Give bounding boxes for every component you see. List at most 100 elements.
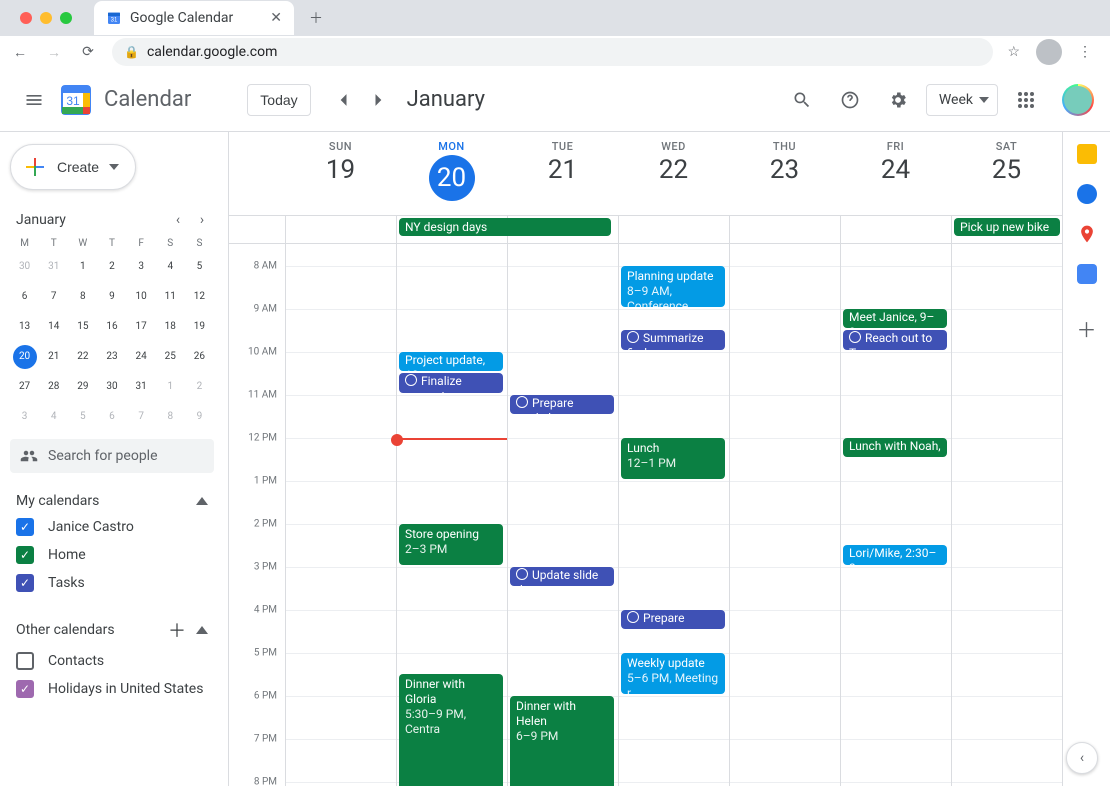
mini-day[interactable]: 9 <box>187 405 211 429</box>
event[interactable]: Reach out to To <box>843 330 947 350</box>
view-switcher[interactable]: Week <box>926 84 998 116</box>
back-icon[interactable]: ← <box>10 44 30 61</box>
mini-day[interactable]: 27 <box>13 375 37 399</box>
mini-day[interactable]: 3 <box>129 255 153 279</box>
close-window-button[interactable] <box>20 12 32 24</box>
event[interactable]: Dinner with Helen6–9 PM <box>510 696 614 786</box>
day-header[interactable]: TUE21 <box>507 132 618 215</box>
mini-day[interactable]: 16 <box>100 315 124 339</box>
mini-day[interactable]: 26 <box>187 345 211 369</box>
calendar-item[interactable]: Janice Castro <box>10 513 214 541</box>
mini-day[interactable]: 14 <box>42 315 66 339</box>
event[interactable]: Dinner with Gloria5:30–9 PM, Centra <box>399 674 503 786</box>
day-column[interactable]: Project update, 10Finalize present Store … <box>396 244 507 786</box>
profile-icon[interactable] <box>1036 39 1062 65</box>
day-header[interactable]: WED22 <box>618 132 729 215</box>
day-column[interactable] <box>285 244 396 786</box>
mini-day[interactable]: 17 <box>129 315 153 339</box>
allday-cell[interactable] <box>618 216 729 243</box>
mini-day[interactable]: 29 <box>71 375 95 399</box>
event[interactable]: Store opening2–3 PM <box>399 524 503 565</box>
add-addon-icon[interactable]: ＋ <box>1077 314 1097 343</box>
mini-day[interactable]: 20 <box>13 345 37 369</box>
mini-day[interactable]: 21 <box>42 345 66 369</box>
event[interactable]: Planning update8–9 AM, Conference <box>621 266 725 307</box>
kebab-icon[interactable]: ⋮ <box>1078 44 1092 60</box>
url-input[interactable]: 🔒 calendar.google.com <box>112 38 993 66</box>
mini-day[interactable]: 25 <box>158 345 182 369</box>
mini-day[interactable]: 22 <box>71 345 95 369</box>
mini-day[interactable]: 15 <box>71 315 95 339</box>
mini-day[interactable]: 1 <box>158 375 182 399</box>
mini-next-button[interactable]: › <box>190 208 214 232</box>
mini-day[interactable]: 23 <box>100 345 124 369</box>
mini-day[interactable]: 11 <box>158 285 182 309</box>
allday-event[interactable]: NY design days <box>399 218 611 236</box>
apps-icon[interactable] <box>1006 80 1046 120</box>
mini-day[interactable]: 30 <box>100 375 124 399</box>
mini-day[interactable]: 2 <box>187 375 211 399</box>
mini-day[interactable]: 19 <box>187 315 211 339</box>
day-header[interactable]: MON20 <box>396 132 507 215</box>
mini-day[interactable]: 3 <box>13 405 37 429</box>
mini-day[interactable]: 8 <box>158 405 182 429</box>
day-header[interactable]: THU23 <box>729 132 840 215</box>
mini-day[interactable]: 28 <box>42 375 66 399</box>
search-people-input[interactable]: Search for people <box>10 439 214 473</box>
event[interactable]: Prepare present <box>621 610 725 630</box>
allday-event[interactable]: Pick up new bike <box>954 218 1060 236</box>
event[interactable]: Lunch with Noah, <box>843 438 947 458</box>
event[interactable]: Prepare worksh <box>510 395 614 415</box>
close-tab-icon[interactable]: ✕ <box>270 10 282 26</box>
mini-day[interactable]: 31 <box>42 255 66 279</box>
allday-cell[interactable]: NY design days <box>396 216 507 243</box>
mini-day[interactable]: 7 <box>129 405 153 429</box>
my-calendars-header[interactable]: My calendars <box>10 489 214 513</box>
calendar-item[interactable]: Contacts <box>10 647 214 675</box>
day-column[interactable] <box>729 244 840 786</box>
calendar-checkbox[interactable] <box>16 680 34 698</box>
day-column[interactable] <box>951 244 1062 786</box>
day-column[interactable]: Meet Janice, 9–9:Reach out to ToLunch wi… <box>840 244 951 786</box>
mini-day[interactable]: 10 <box>129 285 153 309</box>
mini-day[interactable]: 31 <box>129 375 153 399</box>
mini-day[interactable]: 24 <box>129 345 153 369</box>
forward-icon[interactable]: → <box>44 44 64 61</box>
mini-day[interactable]: 6 <box>13 285 37 309</box>
event[interactable]: Project update, 10 <box>399 352 503 372</box>
tasks-icon[interactable] <box>1077 184 1097 204</box>
calendar-checkbox[interactable] <box>16 518 34 536</box>
event[interactable]: Weekly update5–6 PM, Meeting r <box>621 653 725 694</box>
event[interactable]: Update slide de <box>510 567 614 587</box>
mini-day[interactable]: 18 <box>158 315 182 339</box>
allday-cell[interactable] <box>840 216 951 243</box>
calendar-checkbox[interactable] <box>16 652 34 670</box>
mini-day[interactable]: 6 <box>100 405 124 429</box>
mini-day[interactable]: 2 <box>100 255 124 279</box>
calendar-checkbox[interactable] <box>16 574 34 592</box>
mini-day[interactable]: 4 <box>158 255 182 279</box>
mini-day[interactable]: 12 <box>187 285 211 309</box>
maps-icon[interactable] <box>1077 224 1097 244</box>
maximize-window-button[interactable] <box>60 12 72 24</box>
create-button[interactable]: Create <box>10 144 136 190</box>
help-icon[interactable] <box>830 80 870 120</box>
event[interactable]: Finalize present <box>399 373 503 393</box>
allday-cell[interactable]: Pick up new bike <box>951 216 1062 243</box>
mini-prev-button[interactable]: ‹ <box>166 208 190 232</box>
keep-icon[interactable] <box>1077 144 1097 164</box>
search-icon[interactable] <box>782 80 822 120</box>
add-calendar-icon[interactable]: ＋ <box>168 617 186 643</box>
day-header[interactable]: FRI24 <box>840 132 951 215</box>
day-header[interactable]: SAT25 <box>951 132 1062 215</box>
mini-day[interactable]: 30 <box>13 255 37 279</box>
day-column[interactable]: Prepare worksh Update slide de Dinner with… <box>507 244 618 786</box>
reload-icon[interactable]: ⟳ <box>78 44 98 60</box>
mini-day[interactable]: 7 <box>42 285 66 309</box>
bookmark-icon[interactable]: ☆ <box>1007 44 1020 60</box>
calendar-item[interactable]: Tasks <box>10 569 214 597</box>
mini-day[interactable]: 5 <box>187 255 211 279</box>
mini-day[interactable]: 13 <box>13 315 37 339</box>
today-button[interactable]: Today <box>247 84 310 116</box>
show-side-panel-button[interactable]: ‹ <box>1066 742 1098 774</box>
